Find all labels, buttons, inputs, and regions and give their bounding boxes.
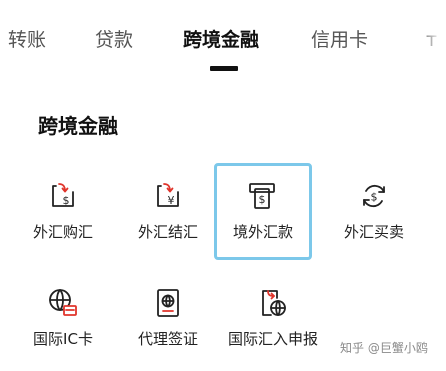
top-tab-bar: 转账 贷款 跨境金融 信用卡 т: [0, 0, 446, 80]
watermark: 知乎 @巨蟹小鸥: [340, 341, 428, 355]
service-visa-agency[interactable]: 代理签证: [120, 270, 216, 362]
exchange-purchase-dollar-icon: $: [47, 180, 79, 212]
exchange-settlement-yuan-icon: ¥: [152, 180, 184, 212]
service-label: 国际汇入申报: [227, 330, 318, 348]
forex-trading-cycle-dollar-icon: $: [358, 180, 390, 212]
svg-text:$: $: [63, 194, 70, 207]
tab-overflow-fade: [420, 20, 446, 60]
visa-passport-icon: [152, 287, 184, 319]
service-exchange-settlement[interactable]: ¥ 外汇结汇: [120, 163, 216, 255]
overseas-remittance-atm-icon: $: [246, 180, 278, 212]
international-card-globe-icon: [47, 287, 79, 319]
service-exchange-purchase[interactable]: $ 外汇购汇: [15, 163, 111, 255]
svg-text:¥: ¥: [168, 194, 175, 207]
service-label: 外汇购汇: [32, 223, 93, 241]
svg-text:$: $: [259, 193, 266, 206]
service-forex-trading[interactable]: $ 外汇买卖: [326, 163, 422, 255]
tab-transfer[interactable]: 转账: [8, 28, 46, 52]
service-label: 境外汇款: [232, 223, 293, 241]
service-label: 代理签证: [137, 330, 198, 348]
svg-text:$: $: [371, 191, 378, 204]
service-overseas-remittance[interactable]: $ 境外汇款: [214, 163, 312, 260]
service-international-ic-card[interactable]: 国际IC卡: [15, 270, 111, 362]
tab-credit-card[interactable]: 信用卡: [311, 28, 368, 52]
tab-cross-border-finance[interactable]: 跨境金融: [183, 28, 259, 52]
service-label: 国际IC卡: [33, 330, 93, 348]
service-international-inbound-declaration[interactable]: 国际汇入申报: [225, 270, 321, 362]
international-inbound-declaration-icon: [257, 287, 289, 319]
active-tab-indicator: [210, 66, 238, 71]
section-title: 跨境金融: [38, 114, 118, 138]
tab-loans[interactable]: 贷款: [95, 28, 133, 52]
service-label: 外汇买卖: [343, 223, 404, 241]
